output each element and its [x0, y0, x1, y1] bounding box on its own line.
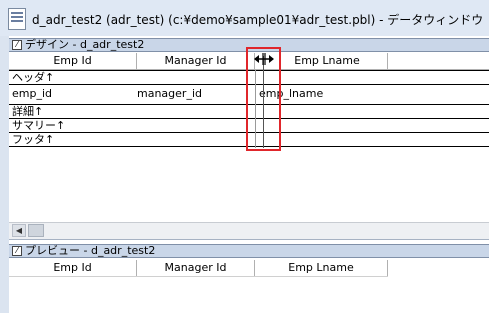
- preview-header-divider: [9, 276, 388, 277]
- design-col-header-emp-id[interactable]: Emp Id: [9, 53, 137, 69]
- highlight-box: [246, 47, 281, 151]
- field-emp-id[interactable]: emp_id: [12, 88, 52, 100]
- preview-col-header-manager-id: Manager Id: [137, 260, 255, 276]
- summary-band-label[interactable]: サマリー↑: [12, 120, 65, 132]
- preview-col-header-emp-lname: Emp Lname: [255, 260, 388, 276]
- design-col-header-manager-id[interactable]: Manager Id: [137, 53, 255, 69]
- footer-band-label[interactable]: フッタ↑: [12, 134, 54, 146]
- window-title: d_adr_test2 (adr_test) (c:¥demo¥sample01…: [32, 13, 484, 27]
- detail-band-label[interactable]: 詳細↑: [12, 106, 43, 118]
- scroll-thumb[interactable]: [28, 224, 44, 237]
- design-horizontal-scrollbar[interactable]: [9, 222, 489, 239]
- window-left-frame: [0, 36, 9, 313]
- scroll-left-arrow-icon[interactable]: ◀: [12, 224, 26, 237]
- field-manager-id[interactable]: manager_id: [137, 88, 202, 100]
- preview-pane-header[interactable]: ⁄ プレビュー - d_adr_test2: [9, 244, 489, 258]
- design-pane-title: デザイン - d_adr_test2: [25, 38, 145, 51]
- pane-view-icon: ⁄: [12, 246, 22, 256]
- document-icon: [8, 8, 26, 30]
- header-band-label[interactable]: ヘッダ↑: [12, 72, 54, 84]
- preview-pane-title: プレビュー - d_adr_test2: [25, 244, 156, 257]
- preview-col-header-emp-id: Emp Id: [9, 260, 137, 276]
- pane-view-icon: ⁄: [12, 40, 22, 50]
